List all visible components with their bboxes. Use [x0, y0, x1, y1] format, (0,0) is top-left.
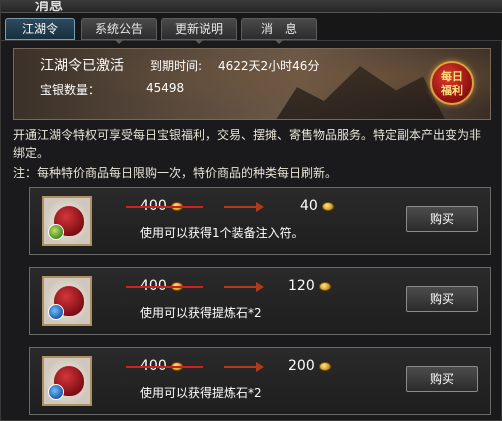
- silver-label: 宝银数量：: [40, 83, 101, 97]
- buy-button[interactable]: 购买: [406, 286, 478, 312]
- gold-ingot-icon: [318, 361, 331, 371]
- daily-welfare-badge[interactable]: 每日 福利: [430, 61, 474, 105]
- tab-jianghu-ling[interactable]: 江湖令: [5, 18, 75, 40]
- buy-button[interactable]: 购买: [406, 366, 478, 392]
- expire-label: 到期时间:: [150, 59, 203, 73]
- original-price: 400: [126, 278, 203, 294]
- tab-system-announcement[interactable]: 系统公告: [81, 18, 157, 44]
- sale-price-value: 200: [288, 358, 315, 374]
- right-arrow-icon: [224, 282, 264, 292]
- red-pouch-icon[interactable]: [42, 276, 92, 326]
- title-bar[interactable]: 消息: [1, 1, 502, 13]
- right-arrow-icon: [224, 362, 264, 372]
- chevron-down-icon: [114, 39, 124, 44]
- badge-line1: 每日: [441, 70, 463, 83]
- gem-icon: [48, 224, 64, 240]
- sale-price: 200: [288, 358, 331, 374]
- strike-line: [126, 286, 203, 288]
- gold-ingot-icon: [318, 281, 331, 291]
- original-price: 400: [126, 198, 203, 214]
- tab-label: 更新说明: [174, 22, 223, 36]
- badge-line2: 福利: [441, 84, 463, 97]
- chevron-down-icon: [194, 39, 204, 44]
- right-arrow-icon: [224, 202, 264, 212]
- shop-item: 400 40 使用可以获得1个装备注入符。 购买: [29, 187, 491, 255]
- red-pouch-icon[interactable]: [42, 196, 92, 246]
- tab-label: 系统公告: [94, 22, 143, 36]
- gold-ingot-icon: [321, 201, 334, 211]
- tab-label: 江湖令: [21, 22, 58, 36]
- gem-icon: [48, 304, 64, 320]
- sale-price-value: 120: [288, 278, 315, 294]
- buy-button[interactable]: 购买: [406, 206, 478, 232]
- tab-messages[interactable]: 消 息: [241, 18, 317, 44]
- tab-bar: 江湖令 系统公告 更新说明 消 息: [1, 13, 502, 44]
- window-title: 消息: [35, 1, 63, 13]
- sale-price: 120: [288, 278, 331, 294]
- item-effect: 使用可以获得1个装备注入符。: [140, 226, 304, 240]
- tab-label: 消 息: [260, 22, 297, 36]
- chevron-down-icon: [274, 39, 284, 44]
- item-effect: 使用可以获得提炼石*2: [140, 386, 262, 400]
- privilege-description: 开通江湖令特权可享受每日宝银福利，交易、摆摊、寄售物品服务。特定副本产出变为非绑…: [13, 128, 482, 160]
- sale-price: 40: [300, 198, 334, 214]
- activation-status: 江湖令已激活: [40, 58, 124, 74]
- gem-icon: [48, 384, 64, 400]
- expire-value: 4622天2小时46分: [218, 59, 320, 73]
- purchase-note: 注：每种特价商品每日限购一次，特价商品的种类每日刷新。: [13, 166, 338, 180]
- status-banner: 江湖令已激活 到期时间: 4622天2小时46分 宝银数量： 45498 每日 …: [13, 48, 491, 120]
- shop-item: 400 120 使用可以获得提炼石*2 购买: [29, 267, 491, 335]
- silver-value: 45498: [146, 81, 185, 95]
- shop-item: 400 200 使用可以获得提炼石*2 购买: [29, 347, 491, 415]
- strike-line: [126, 206, 203, 208]
- tab-update-notes[interactable]: 更新说明: [161, 18, 237, 44]
- sale-price-value: 40: [300, 198, 318, 214]
- red-pouch-icon[interactable]: [42, 356, 92, 406]
- original-price: 400: [126, 358, 203, 374]
- strike-line: [126, 366, 203, 368]
- item-effect: 使用可以获得提炼石*2: [140, 306, 262, 320]
- message-window: 消息 江湖令 系统公告 更新说明 消 息 江湖令已激活 到期时间: 4622天2…: [0, 0, 502, 421]
